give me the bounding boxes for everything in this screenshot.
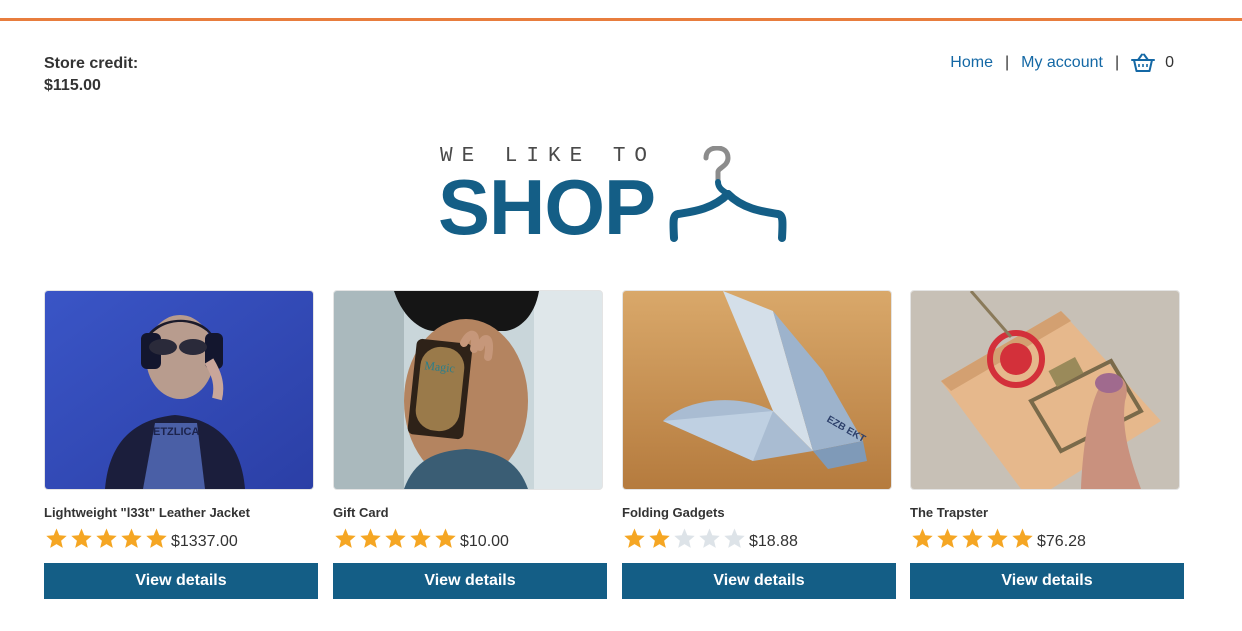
product-card: Magic Gift Card $10.00 View details — [333, 290, 607, 599]
nav-separator: | — [1004, 54, 1010, 71]
star-filled-icon — [987, 528, 1008, 548]
basket-icon — [1131, 53, 1156, 72]
star-filled-icon — [146, 528, 167, 548]
product-price: $10.00 — [460, 533, 509, 550]
product-price: $1337.00 — [171, 533, 238, 550]
star-empty-icon — [674, 528, 695, 548]
product-rating-row: $18.88 — [622, 526, 896, 552]
star-filled-icon — [360, 528, 381, 548]
star-filled-icon — [46, 528, 67, 548]
product-image[interactable]: Magic — [333, 290, 603, 490]
hanger-icon — [669, 146, 787, 242]
product-name[interactable]: Folding Gadgets — [622, 505, 896, 521]
mousetrap-photo — [911, 291, 1179, 489]
star-filled-icon — [649, 528, 670, 548]
product-image[interactable] — [910, 290, 1180, 490]
product-price: $76.28 — [1037, 533, 1086, 550]
product-card: The Trapster $76.28 View details — [910, 290, 1184, 599]
star-filled-icon — [435, 528, 456, 548]
star-rating — [44, 527, 169, 551]
star-filled-icon — [912, 528, 933, 548]
store-credit-value: $115.00 — [44, 77, 101, 94]
star-filled-icon — [937, 528, 958, 548]
store-credit: Store credit: $115.00 — [44, 53, 138, 97]
star-filled-icon — [624, 528, 645, 548]
star-empty-icon — [724, 528, 745, 548]
star-filled-icon — [335, 528, 356, 548]
product-card: EZB EKT Folding Gadgets $18.88 View deta… — [622, 290, 896, 599]
logo-wordmark: SHOP — [438, 163, 656, 251]
home-link[interactable]: Home — [950, 54, 993, 72]
star-rating — [622, 527, 747, 551]
view-details-button[interactable]: View details — [333, 563, 607, 599]
star-filled-icon — [71, 528, 92, 548]
product-rating-row: $10.00 — [333, 526, 607, 552]
product-image[interactable]: EZB EKT — [622, 290, 892, 490]
product-name[interactable]: Lightweight "l33t" Leather Jacket — [44, 505, 318, 521]
store-credit-label: Store credit: — [44, 55, 139, 72]
product-name[interactable]: The Trapster — [910, 505, 1184, 521]
star-filled-icon — [121, 528, 142, 548]
man-holding-card-photo: Magic — [334, 291, 602, 489]
star-filled-icon — [962, 528, 983, 548]
star-filled-icon — [410, 528, 431, 548]
product-rating-row: $76.28 — [910, 526, 1184, 552]
top-nav: Home | My account | 0 — [950, 50, 1174, 76]
star-filled-icon — [96, 528, 117, 548]
product-image[interactable]: ETZLICA — [44, 290, 314, 490]
nav-separator: | — [1114, 54, 1120, 71]
star-empty-icon — [699, 528, 720, 548]
view-details-button[interactable]: View details — [44, 563, 318, 599]
cart-button[interactable]: 0 — [1131, 53, 1174, 73]
svg-text:ETZLICA: ETZLICA — [153, 426, 199, 438]
product-name[interactable]: Gift Card — [333, 505, 607, 521]
star-rating — [333, 527, 458, 551]
cart-count: 0 — [1165, 54, 1174, 71]
product-price: $18.88 — [749, 533, 798, 550]
star-filled-icon — [385, 528, 406, 548]
shop-logo[interactable]: WE LIKE TO SHOP — [438, 142, 790, 246]
view-details-button[interactable]: View details — [910, 563, 1184, 599]
star-rating — [910, 527, 1035, 551]
top-accent-bar — [0, 18, 1242, 21]
view-details-button[interactable]: View details — [622, 563, 896, 599]
woman-headphones-photo: ETZLICA — [45, 291, 313, 489]
product-card: ETZLICA Lightweight "l33t" Leather Jacke… — [44, 290, 318, 599]
star-filled-icon — [1012, 528, 1033, 548]
product-rating-row: $1337.00 — [44, 526, 318, 552]
origami-bird-photo: EZB EKT — [623, 291, 891, 489]
my-account-link[interactable]: My account — [1021, 54, 1103, 72]
